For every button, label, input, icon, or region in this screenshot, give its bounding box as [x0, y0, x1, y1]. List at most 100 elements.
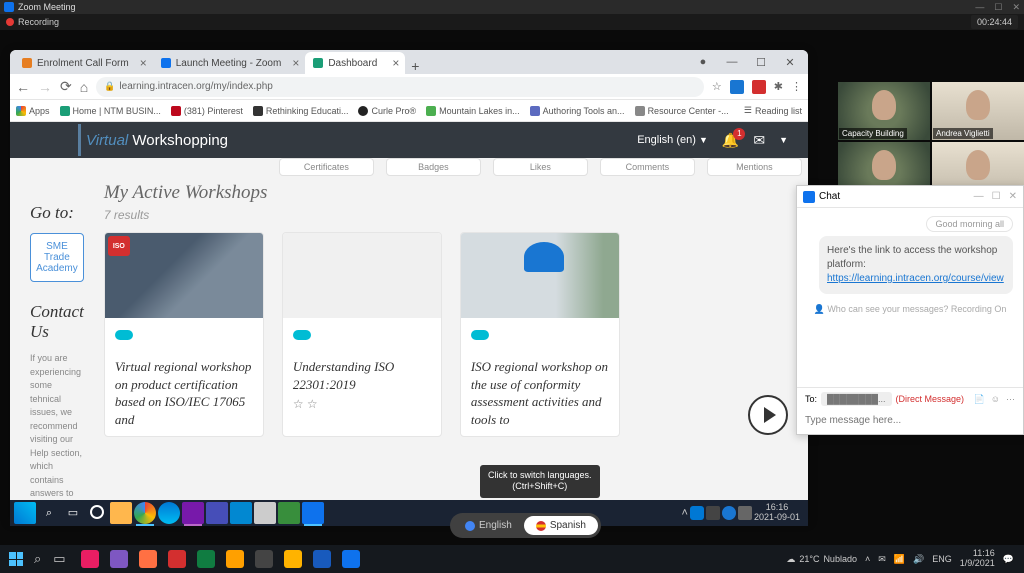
- home-button[interactable]: ⌂: [80, 79, 88, 95]
- chat-text-input[interactable]: [805, 415, 1015, 426]
- host-clock[interactable]: 11:16 1/9/2021: [960, 549, 995, 569]
- taskbar-app[interactable]: [76, 547, 104, 571]
- taskbar-app-explorer[interactable]: [110, 502, 132, 524]
- video-tile[interactable]: Andrea Viglietti: [932, 82, 1024, 140]
- browser-minimize-icon[interactable]: —: [718, 52, 746, 72]
- language-selector[interactable]: English (en) ▼: [637, 134, 708, 146]
- tray-icon[interactable]: [722, 506, 736, 520]
- browser-menu-icon[interactable]: ⋮: [791, 80, 802, 93]
- chat-minimize-icon[interactable]: —: [974, 191, 984, 202]
- taskbar-app[interactable]: [230, 502, 252, 524]
- taskbar-app-teams[interactable]: [206, 502, 228, 524]
- tray-icon[interactable]: [738, 506, 752, 520]
- taskbar-app[interactable]: [105, 547, 133, 571]
- bookmark-item[interactable]: (381) Pinterest: [171, 106, 243, 116]
- tray-onedrive-icon[interactable]: [690, 506, 704, 520]
- taskbar-app-excel[interactable]: [192, 547, 220, 571]
- bookmark-item[interactable]: Rethinking Educati...: [253, 106, 349, 116]
- search-icon[interactable]: ⌕: [38, 502, 60, 524]
- taskview-icon[interactable]: ▭: [47, 551, 71, 567]
- taskbar-app[interactable]: [279, 547, 307, 571]
- tray-up-icon[interactable]: ˄: [865, 554, 870, 564]
- forward-button[interactable]: →: [38, 79, 52, 95]
- extensions-menu-icon[interactable]: ✱: [774, 80, 783, 93]
- recipient-chip[interactable]: ████████...: [821, 392, 892, 406]
- extension-icon[interactable]: [752, 80, 766, 94]
- taskbar-app-edge[interactable]: [158, 502, 180, 524]
- new-tab-button[interactable]: +: [405, 58, 425, 74]
- account-icon[interactable]: ●: [689, 52, 717, 72]
- reload-button[interactable]: ⟳: [60, 78, 72, 95]
- video-tile[interactable]: Capacity Building: [838, 82, 930, 140]
- bookmark-item[interactable]: Resource Center -...: [635, 106, 729, 116]
- lang-option-spanish[interactable]: Spanish: [524, 516, 598, 535]
- browser-tab[interactable]: Enrolment Call Form ×: [14, 52, 153, 74]
- chat-titlebar[interactable]: Chat — ☐ ✕: [797, 186, 1023, 208]
- taskbar-app-word[interactable]: [308, 547, 336, 571]
- browser-maximize-icon[interactable]: ☐: [747, 52, 775, 72]
- start-button[interactable]: [14, 502, 36, 524]
- site-logo[interactable]: Virtual Workshopping: [86, 132, 228, 149]
- browser-tab[interactable]: Launch Meeting - Zoom ×: [153, 52, 306, 74]
- cortana-icon[interactable]: [86, 502, 108, 524]
- workshop-card[interactable]: ISO regional workshop on the use of conf…: [460, 232, 620, 437]
- tray-up-icon[interactable]: ˄: [682, 507, 688, 519]
- star-icon[interactable]: ☆ ☆: [293, 397, 431, 411]
- stat-likes[interactable]: Likes: [493, 158, 588, 176]
- browser-tab-active[interactable]: Dashboard ×: [305, 52, 405, 74]
- stat-comments[interactable]: Comments: [600, 158, 695, 176]
- bookmark-item[interactable]: Home | NTM BUSIN...: [60, 106, 161, 116]
- bookmark-item[interactable]: Curle Pro®: [358, 106, 416, 116]
- minimize-icon[interactable]: —: [975, 2, 984, 13]
- taskbar-app-onenote[interactable]: [182, 502, 204, 524]
- url-field[interactable]: 🔒 learning.intracen.org/my/index.php: [96, 77, 704, 97]
- zoom-window-controls[interactable]: — ☐ ✕: [975, 2, 1020, 13]
- maximize-icon[interactable]: ☐: [994, 2, 1002, 13]
- remote-clock[interactable]: 16:16 2021-09-01: [754, 503, 804, 523]
- wifi-icon[interactable]: 📶: [894, 554, 905, 565]
- user-menu-icon[interactable]: ▼: [779, 135, 788, 145]
- extension-icon[interactable]: [730, 80, 744, 94]
- volume-icon[interactable]: 🔊: [913, 554, 924, 565]
- start-button[interactable]: [4, 547, 28, 571]
- file-icon[interactable]: 📄: [974, 394, 985, 405]
- stat-mentions[interactable]: Mentions: [707, 158, 802, 176]
- apps-bookmark[interactable]: Apps: [16, 106, 50, 116]
- taskbar-app[interactable]: [163, 547, 191, 571]
- workshop-card[interactable]: ISO Virtual regional workshop on product…: [104, 232, 264, 437]
- notifications-icon[interactable]: 💬: [1003, 554, 1014, 565]
- chat-close-icon[interactable]: ✕: [1009, 191, 1017, 202]
- play-button[interactable]: [748, 395, 788, 435]
- keyboard-lang[interactable]: ENG: [932, 554, 952, 564]
- taskview-icon[interactable]: ▭: [62, 502, 84, 524]
- taskbar-app[interactable]: [134, 547, 162, 571]
- emoji-icon[interactable]: ☺: [991, 394, 1000, 405]
- taskbar-app-chrome[interactable]: [134, 502, 156, 524]
- reading-list-button[interactable]: ☰Reading list: [744, 105, 802, 116]
- stat-certificates[interactable]: Certificates: [279, 158, 374, 176]
- taskbar-app-zoom[interactable]: [302, 502, 324, 524]
- search-icon[interactable]: ⌕: [28, 551, 47, 567]
- tray-icon[interactable]: [706, 506, 720, 520]
- notifications-button[interactable]: 🔔1: [722, 132, 739, 149]
- bookmark-star-icon[interactable]: ☆: [712, 80, 722, 93]
- sme-academy-button[interactable]: SME Trade Academy: [30, 233, 84, 282]
- bookmark-item[interactable]: Authoring Tools an...: [530, 106, 625, 116]
- chat-maximize-icon[interactable]: ☐: [992, 191, 1001, 202]
- taskbar-app[interactable]: [221, 547, 249, 571]
- taskbar-app[interactable]: [254, 502, 276, 524]
- tab-close-icon[interactable]: ×: [140, 56, 147, 70]
- tray-icon[interactable]: ✉: [878, 554, 886, 565]
- weather-widget[interactable]: ☁ 21°C Nublado: [786, 554, 857, 565]
- taskbar-app[interactable]: [250, 547, 278, 571]
- workshop-card[interactable]: Understanding ISO 22301:2019 ☆ ☆: [282, 232, 442, 437]
- close-icon[interactable]: ✕: [1012, 2, 1020, 13]
- browser-close-icon[interactable]: ✕: [776, 52, 804, 72]
- more-icon[interactable]: ⋯: [1006, 394, 1015, 405]
- stat-badges[interactable]: Badges: [386, 158, 481, 176]
- tab-close-icon[interactable]: ×: [292, 56, 299, 70]
- taskbar-app-zoom[interactable]: [337, 547, 365, 571]
- back-button[interactable]: ←: [16, 79, 30, 95]
- chat-link[interactable]: https://learning.intracen.org/course/vie…: [827, 273, 1004, 284]
- taskbar-app[interactable]: [278, 502, 300, 524]
